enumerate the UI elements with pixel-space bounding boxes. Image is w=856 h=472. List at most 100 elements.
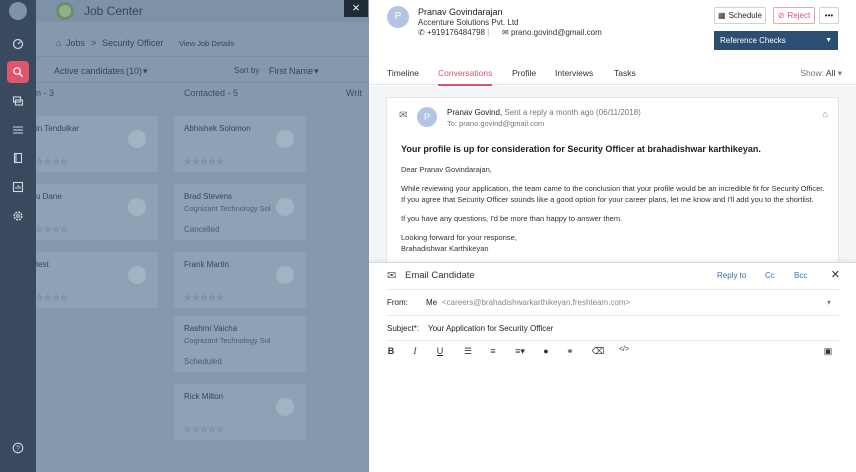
candidate-name: Pranav Govindarajan xyxy=(418,7,503,17)
candidate-card[interactable]: Brad Stevens Cognizant Technology Sol Ca… xyxy=(174,184,306,240)
show-filter-value: All xyxy=(825,68,836,78)
subject-input[interactable]: Your Application for Security Officer xyxy=(428,324,553,333)
job-center-logo xyxy=(56,2,74,20)
book-icon[interactable] xyxy=(7,147,29,169)
from-label: From: xyxy=(387,298,408,307)
chevron-down-icon: ▾ xyxy=(837,68,842,78)
tab-timeline[interactable]: Timeline xyxy=(387,68,419,84)
breadcrumb-separator: > xyxy=(91,38,97,48)
candidate-card[interactable]: Rashmi Vaicha Cognizant Technology Sol S… xyxy=(174,316,306,372)
rating-stars[interactable]: ☆☆☆☆ xyxy=(36,293,69,302)
help-icon[interactable]: ? xyxy=(7,437,29,459)
subject-label: Subject*: xyxy=(387,324,420,333)
schedule-button[interactable]: ▦ Schedule xyxy=(714,7,766,24)
phone-number: +919176484798 xyxy=(426,28,485,37)
close-icon[interactable]: ✕ xyxy=(831,268,840,281)
settings-icon[interactable] xyxy=(7,205,29,227)
chevron-down-icon[interactable]: ▾ xyxy=(827,298,831,307)
reject-button[interactable]: ⊘ Reject xyxy=(773,7,815,24)
mail-icon: ✉ xyxy=(502,28,509,37)
candidate-company: Accenture Solutions Pvt. Ltd xyxy=(418,18,519,27)
avatar xyxy=(128,198,146,216)
candidate-card[interactable]: Rick Milton ☆☆☆☆☆ xyxy=(174,384,306,440)
template-icon[interactable]: ▣ xyxy=(821,346,835,358)
active-candidates-label[interactable]: Active candidates xyxy=(54,66,125,76)
reply-to-link[interactable]: Reply to xyxy=(717,271,746,280)
subject-field[interactable]: Subject*: Your Application for Security … xyxy=(387,324,839,333)
person-search-icon[interactable] xyxy=(7,61,29,83)
more-options-button[interactable]: ••• xyxy=(819,7,839,24)
compose-title: Email Candidate xyxy=(405,270,475,281)
link-icon[interactable]: ⚭ xyxy=(563,346,577,358)
avatar xyxy=(276,198,294,216)
rating-stars[interactable]: ☆☆☆☆ xyxy=(36,225,69,234)
avatar xyxy=(128,266,146,284)
close-icon[interactable]: × xyxy=(344,0,368,17)
bcc-link[interactable]: Bcc xyxy=(794,271,807,280)
code-icon[interactable]: </> xyxy=(617,346,631,358)
show-filter-label: Show: xyxy=(800,68,824,78)
checklist-icon[interactable] xyxy=(7,119,29,141)
chevron-down-icon[interactable]: ▾ xyxy=(314,66,319,77)
chevron-down-icon[interactable]: ▾ xyxy=(143,66,148,77)
italic-icon[interactable]: I xyxy=(408,346,422,358)
rating-stars[interactable]: ☆☆☆☆☆ xyxy=(184,157,225,166)
candidate-card[interactable]: u Dane ☆☆☆☆ xyxy=(36,184,158,240)
card-company: Cognizant Technology Sol xyxy=(184,204,271,213)
rating-stars[interactable]: ☆☆☆☆☆ xyxy=(184,425,225,434)
report-icon[interactable] xyxy=(7,176,29,198)
view-job-details-link[interactable]: View Job Details xyxy=(179,39,234,48)
bullet-list-icon[interactable]: ☰ xyxy=(461,346,475,358)
message-sender: Pranav Govind, Sent a reply a month ago … xyxy=(447,108,641,117)
message-signature: Brahadishwar Karthikeyan xyxy=(401,244,489,253)
card-name: Rick Milton xyxy=(184,392,224,401)
message-date: (06/11/2018) xyxy=(596,108,641,117)
message-paragraph: While reviewing your application, the te… xyxy=(401,184,825,204)
breadcrumb-jobs[interactable]: Jobs xyxy=(66,38,85,48)
numbered-list-icon[interactable]: ≡ xyxy=(486,346,500,358)
editor-area[interactable] xyxy=(387,363,839,463)
message-meta: Sent a reply a month ago xyxy=(504,108,594,117)
candidate-email: ✉ prano.govind@gmail.com xyxy=(502,28,602,37)
card-company: Cognizant Technology Sol xyxy=(184,336,271,345)
tab-interviews[interactable]: Interviews xyxy=(555,68,593,84)
sort-dropdown[interactable]: First Name xyxy=(269,66,313,76)
sender-name: Pranav Govind, xyxy=(447,108,503,117)
card-name: test xyxy=(36,260,49,269)
cc-link[interactable]: Cc xyxy=(765,271,775,280)
candidate-card[interactable]: test ☆☆☆☆ xyxy=(36,252,158,308)
tab-conversations[interactable]: Conversations xyxy=(438,68,493,86)
app-logo[interactable] xyxy=(9,2,27,20)
column-header-written: Writ xyxy=(346,88,362,98)
job-center-title: Job Center xyxy=(84,4,143,18)
active-candidates-count: (10) xyxy=(126,66,143,76)
tab-tasks[interactable]: Tasks xyxy=(614,68,636,84)
candidate-card[interactable]: Frank Martin ☆☆☆☆☆ xyxy=(174,252,306,308)
reference-checks-button[interactable]: Reference Checks ▼ xyxy=(714,31,838,50)
bold-icon[interactable]: B xyxy=(384,346,398,358)
gauge-icon[interactable] xyxy=(7,33,29,55)
column-header-contacted: Contacted - 5 xyxy=(184,88,239,98)
underline-icon[interactable]: U xyxy=(433,346,447,358)
align-icon[interactable]: ≡▾ xyxy=(511,346,529,358)
avatar xyxy=(276,266,294,284)
rating-stars[interactable]: ☆☆☆☆☆ xyxy=(184,293,225,302)
show-filter[interactable]: Show: All ▾ xyxy=(800,68,842,79)
card-status: Scheduled xyxy=(184,357,222,366)
phone-icon: ✆ xyxy=(418,28,425,37)
tab-profile[interactable]: Profile xyxy=(512,68,536,84)
candidate-card[interactable]: Abhishek Solomon ☆☆☆☆☆ xyxy=(174,116,306,172)
eraser-icon[interactable]: ⌫ xyxy=(591,346,605,358)
chevron-down-icon: ▼ xyxy=(825,37,832,44)
reject-icon: ⊘ xyxy=(777,11,785,20)
home-icon[interactable]: ⌂ xyxy=(56,38,61,48)
from-field[interactable]: From: Me <careers@brahadishwarkarthikeya… xyxy=(387,298,839,307)
candidate-card[interactable]: in Tendulkar ☆☆☆☆ xyxy=(36,116,158,172)
email-compose-panel: ✉ Email Candidate Reply to Cc Bcc ✕ From… xyxy=(369,262,856,472)
chat-icon[interactable] xyxy=(7,90,29,112)
color-icon[interactable]: ● xyxy=(539,346,553,358)
message-subject: Your profile is up for consideration for… xyxy=(401,144,761,154)
rating-stars[interactable]: ☆☆☆☆ xyxy=(36,157,69,166)
card-name: u Dane xyxy=(36,192,62,201)
card-name: Rashmi Vaicha xyxy=(184,324,238,333)
